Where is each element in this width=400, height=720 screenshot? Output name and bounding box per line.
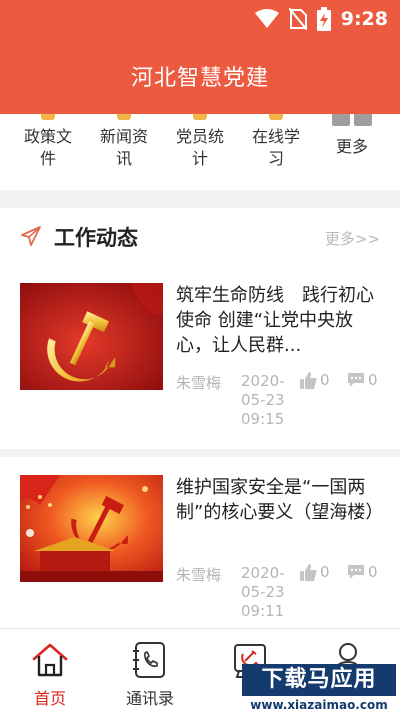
- news-item[interactable]: 维护国家安全是“一国两制”的核心要义（望海楼） 朱雪梅 2020- 05-23 …: [0, 475, 400, 625]
- quick-nav: 政策文 件 新闻资 讯 党员统 计 在线学 习 更多: [0, 114, 400, 190]
- news-author: 朱雪梅: [176, 566, 222, 584]
- news-title: 维护国家安全是“一国两制”的核心要义（望海楼）: [176, 477, 384, 523]
- statistics-icon: [193, 114, 207, 120]
- battery-charging-icon: [316, 7, 331, 31]
- more-link[interactable]: 更多>>: [325, 228, 380, 249]
- like-count-value: 0: [320, 563, 330, 581]
- quick-nav-more[interactable]: 更多: [314, 114, 390, 190]
- quick-nav-label: 在线学 习: [251, 127, 300, 168]
- news-item[interactable]: 筑牢生命防线 践行初心使命 创建“让党中央放心，让人民群... 朱雪梅 2020…: [0, 283, 400, 435]
- quick-nav-label: 更多: [335, 137, 368, 156]
- comment-icon: [348, 565, 364, 579]
- watermark-url: www.xiazaimao.com: [242, 698, 396, 712]
- like-count[interactable]: 0: [300, 371, 330, 389]
- phone-book-icon: [133, 642, 165, 678]
- paper-plane-icon: [21, 226, 41, 246]
- quick-nav-statistics[interactable]: 党员统 计: [162, 114, 238, 190]
- comment-count-value: 0: [368, 371, 378, 389]
- like-count-value: 0: [320, 371, 330, 389]
- section-gap: [0, 190, 400, 208]
- quick-nav-label: 政策文 件: [23, 127, 72, 168]
- quick-nav-study[interactable]: 在线学 习: [238, 114, 314, 190]
- comment-icon: [348, 373, 364, 387]
- app-bar: 河北智慧党建: [0, 38, 400, 114]
- wifi-icon: [254, 9, 279, 28]
- section-header: 工作动态 更多>>: [0, 208, 400, 266]
- watermark: 下载马应用 www.xiazaimao.com: [242, 664, 396, 718]
- news-date: 2020- 05-23 09:11: [241, 564, 285, 620]
- like-count[interactable]: 0: [300, 563, 330, 581]
- tab-label: 通讯录: [125, 689, 174, 708]
- quick-nav-label: 党员统 计: [175, 127, 224, 168]
- no-sim-icon: [288, 8, 307, 30]
- tab-label: 首页: [33, 689, 66, 708]
- comment-count-value: 0: [368, 563, 378, 581]
- thumbs-up-icon: [300, 563, 317, 581]
- document-icon: [41, 114, 55, 120]
- thumbs-up-icon: [300, 371, 317, 389]
- comment-count[interactable]: 0: [347, 371, 378, 389]
- news-title: 筑牢生命防线 践行初心使命 创建“让党中央放心，让人民群...: [176, 285, 374, 356]
- news-thumbnail: [20, 283, 163, 390]
- news-author: 朱雪梅: [176, 374, 222, 392]
- news-icon: [117, 114, 131, 120]
- quick-nav-policy[interactable]: 政策文 件: [10, 114, 86, 190]
- app-title: 河北智慧党建: [130, 66, 269, 91]
- news-date: 2020- 05-23 09:15: [241, 372, 285, 428]
- comment-count[interactable]: 0: [347, 563, 378, 581]
- news-divider: [0, 449, 400, 457]
- status-bar: 9:28: [0, 0, 400, 38]
- tab-contacts[interactable]: 通讯录: [100, 629, 200, 720]
- quick-nav-news[interactable]: 新闻资 讯: [86, 114, 162, 190]
- news-thumbnail: [20, 475, 163, 582]
- study-icon: [269, 114, 283, 120]
- status-time: 9:28: [340, 8, 388, 30]
- status-icons: 9:28: [254, 6, 388, 32]
- grid-icon: [332, 114, 372, 126]
- tab-home[interactable]: 首页: [0, 629, 100, 720]
- watermark-text: 下载马应用: [242, 664, 396, 696]
- home-icon: [32, 643, 68, 677]
- section-title: 工作动态: [54, 226, 138, 250]
- quick-nav-label: 新闻资 讯: [99, 127, 148, 168]
